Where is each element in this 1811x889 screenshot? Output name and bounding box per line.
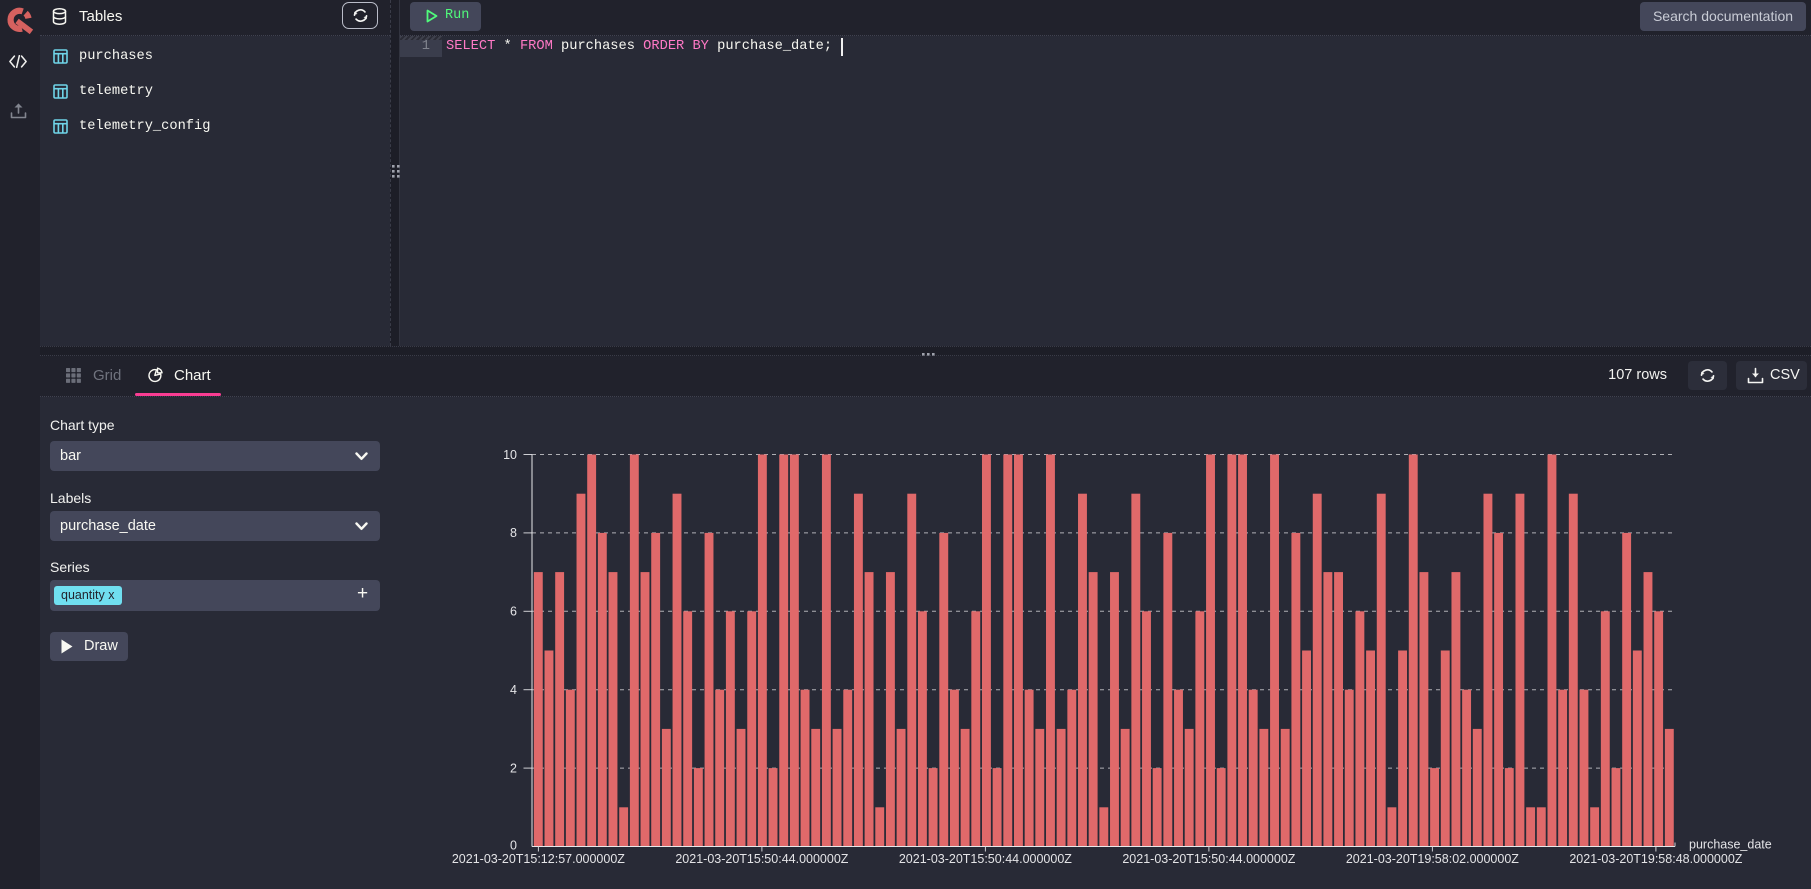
svg-text:2021-03-20T19:58:02.000000Z: 2021-03-20T19:58:02.000000Z — [1346, 852, 1519, 866]
svg-text:2021-03-20T15:12:57.000000Z: 2021-03-20T15:12:57.000000Z — [452, 852, 625, 866]
svg-text:6: 6 — [510, 605, 517, 619]
svg-text:2: 2 — [510, 761, 517, 775]
svg-text:0: 0 — [510, 839, 517, 853]
svg-text:2021-03-20T15:50:44.000000Z: 2021-03-20T15:50:44.000000Z — [675, 852, 848, 866]
svg-text:10: 10 — [503, 448, 517, 462]
svg-text:purchase_date: purchase_date — [1689, 838, 1772, 852]
svg-text:2021-03-20T15:50:44.000000Z: 2021-03-20T15:50:44.000000Z — [1122, 852, 1295, 866]
svg-text:8: 8 — [510, 526, 517, 540]
svg-text:2021-03-20T19:58:48.000000Z: 2021-03-20T19:58:48.000000Z — [1569, 852, 1742, 866]
svg-text:4: 4 — [510, 683, 517, 697]
svg-text:2021-03-20T15:50:44.000000Z: 2021-03-20T15:50:44.000000Z — [899, 852, 1072, 866]
